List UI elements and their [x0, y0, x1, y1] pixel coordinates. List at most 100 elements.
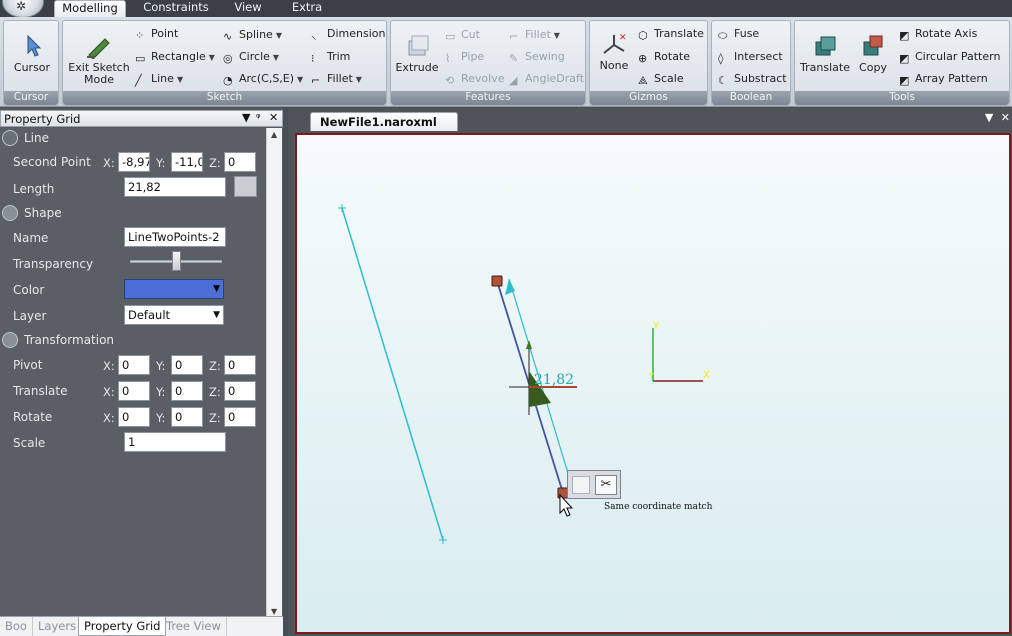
feature-fillet-button[interactable]: ⌐ Fillet ▼ — [509, 27, 560, 43]
pipe-button[interactable]: ⌇ Pipe — [445, 49, 484, 65]
sewing-button[interactable]: ✎ Sewing — [509, 49, 565, 65]
tab-extra[interactable]: Extra — [285, 0, 329, 17]
axis-x-label: X: — [103, 359, 115, 373]
feature-fillet-label: Fillet — [525, 28, 551, 41]
angledraft-button[interactable]: ◢ AngleDraft — [509, 71, 584, 87]
translate-z-input[interactable]: 0 — [224, 381, 256, 401]
dimension-button[interactable]: ⸜ Dimension — [311, 26, 385, 42]
world-axis-y-label: Y — [652, 321, 660, 332]
section-line[interactable]: Line — [2, 129, 49, 147]
pivot-y-input[interactable]: 0 — [171, 355, 203, 375]
document-controls: ▼ ✕ — [985, 111, 1010, 124]
gizmo-rotate-button[interactable]: ⊕ Rotate — [638, 49, 690, 65]
point-button[interactable]: ⁘ Point — [135, 26, 178, 42]
property-grid-scrollbar[interactable]: ▲ ▼ — [266, 128, 282, 618]
rectangle-button[interactable]: ▭ Rectangle ▼ — [135, 49, 215, 65]
translate-x-input[interactable]: 0 — [118, 381, 150, 401]
circular-pattern-button[interactable]: ◩ Circular Pattern — [899, 49, 1000, 65]
gizmo-translate-button[interactable]: ⬡ Translate — [638, 26, 704, 42]
scroll-up-icon[interactable]: ▲ — [271, 130, 277, 139]
trim-button[interactable]: ⁝ Trim — [311, 49, 350, 65]
world-axis-x-label: X — [703, 370, 710, 381]
cut-button[interactable]: ▭ Cut — [445, 27, 480, 43]
sketch-group: Exit Sketch Mode ⁘ Point ▭ Rectangle ▼ ╱ Lin… — [62, 20, 387, 106]
pivot-z-input[interactable]: 0 — [224, 355, 256, 375]
3d-viewport[interactable]: Y X Y 21,82 ✂ Same coordinate match — [295, 133, 1011, 634]
tab-property-grid[interactable]: Property Grid — [78, 617, 167, 636]
array-pattern-button[interactable]: ◩ Array Pattern — [899, 71, 988, 87]
tab-constraints[interactable]: Constraints — [140, 0, 212, 17]
exit-sketch-mode-button[interactable]: Exit Sketch Mode — [67, 33, 131, 86]
substract-icon: ☾ — [718, 74, 728, 87]
scale-input[interactable]: 1 — [124, 432, 226, 452]
extrude-button[interactable]: Extrude — [395, 33, 439, 74]
close-document-icon[interactable]: ✕ — [1001, 111, 1010, 124]
second-point-z-input[interactable]: 0 — [224, 152, 256, 172]
color-label: Color — [13, 283, 45, 297]
document-menu-icon[interactable]: ▼ — [985, 111, 993, 124]
viewport-canvas[interactable]: Y X Y — [297, 135, 1009, 632]
snap-toggle-button[interactable] — [572, 476, 590, 494]
length-picker-button[interactable] — [234, 176, 257, 197]
rotate-axis-button[interactable]: ◩ Rotate Axis — [899, 26, 977, 42]
application-menu-button[interactable]: ✲ — [2, 0, 44, 18]
fuse-button[interactable]: ⬭ Fuse — [718, 26, 759, 42]
sewing-label: Sewing — [525, 50, 565, 63]
color-select[interactable]: ▼ — [124, 279, 224, 299]
pin-icon[interactable]: ᵠ — [256, 111, 261, 124]
panel-menu-icon[interactable]: ▼ — [242, 111, 250, 124]
snap-scissors-button[interactable]: ✂ — [595, 475, 617, 495]
sketch-fillet-button[interactable]: ⌐ Fillet ▼ — [311, 71, 362, 87]
section-transformation[interactable]: Transformation — [2, 331, 114, 349]
document-tab[interactable]: NewFile1.naroxml — [310, 112, 458, 131]
second-point-x-input[interactable]: -8,97 — [118, 152, 150, 172]
name-input[interactable]: LineTwoPoints-2 — [124, 227, 226, 247]
extrude-icon — [408, 35, 429, 56]
intersect-button[interactable]: ◊ Intersect — [718, 49, 783, 65]
tab-boo[interactable]: Boo — [0, 617, 33, 636]
dimension-value-label: 21,82 — [534, 372, 575, 388]
cursor-button[interactable]: Cursor — [8, 33, 56, 74]
gizmo-scale-button[interactable]: ⟁ Scale — [638, 71, 684, 87]
axis-y-label: Y: — [156, 156, 166, 170]
rotate-x-input[interactable]: 0 — [118, 407, 150, 427]
layer-select[interactable]: Default ▼ — [124, 305, 224, 325]
rotate-axis-label: Rotate Axis — [915, 27, 978, 40]
gizmo-none-button[interactable]: ✕ None — [594, 31, 634, 72]
translate-y-input[interactable]: 0 — [171, 381, 203, 401]
spline-button[interactable]: ∿ Spline ▼ — [223, 27, 282, 43]
axis-y-label: Y: — [156, 359, 166, 373]
sketch-line-existing[interactable] — [341, 207, 444, 541]
tab-tree-view[interactable]: Tree View — [161, 617, 227, 636]
substract-button[interactable]: ☾ Substract — [718, 71, 787, 87]
tab-view[interactable]: View — [226, 0, 270, 17]
tab-modelling[interactable]: Modelling — [54, 0, 126, 17]
fuse-label: Fuse — [734, 27, 760, 40]
chevron-down-icon: ▼ — [553, 31, 560, 40]
copy-button[interactable]: Copy — [853, 33, 893, 74]
rotate-y-input[interactable]: 0 — [171, 407, 203, 427]
line-button[interactable]: ╱ Line ▼ — [135, 71, 183, 87]
tools-translate-label: Translate — [800, 61, 850, 74]
second-point-y-input[interactable]: -11,0 — [171, 152, 203, 172]
transparency-slider-thumb[interactable] — [171, 251, 181, 271]
section-shape[interactable]: Shape — [2, 204, 62, 222]
circle-button[interactable]: ◎ Circle ▼ — [223, 49, 279, 65]
chevron-down-icon: ▼ — [213, 284, 220, 294]
rotate-z-input[interactable]: 0 — [224, 407, 256, 427]
copy-label: Copy — [859, 61, 887, 74]
pivot-x-input[interactable]: 0 — [118, 355, 150, 375]
cursor-group-label: Cursor — [4, 91, 58, 105]
arc-button[interactable]: ◔ Arc(C,S,E) ▼ — [223, 71, 303, 87]
length-input[interactable]: 21,82 — [124, 177, 226, 197]
trim-label: Trim — [327, 50, 351, 63]
revolve-button[interactable]: ⟲ Revolve — [445, 71, 505, 87]
tools-translate-button[interactable]: Translate — [799, 33, 851, 74]
axis-z-label: Z: — [209, 385, 221, 399]
snap-toolbar: ✂ — [567, 470, 621, 499]
endpoint-handle-start[interactable] — [491, 275, 503, 287]
tab-layers[interactable]: Layers — [33, 617, 83, 636]
scroll-down-icon[interactable]: ▼ — [271, 607, 277, 616]
second-point-label: Second Point — [13, 155, 91, 169]
close-icon[interactable]: ✕ — [269, 111, 278, 124]
